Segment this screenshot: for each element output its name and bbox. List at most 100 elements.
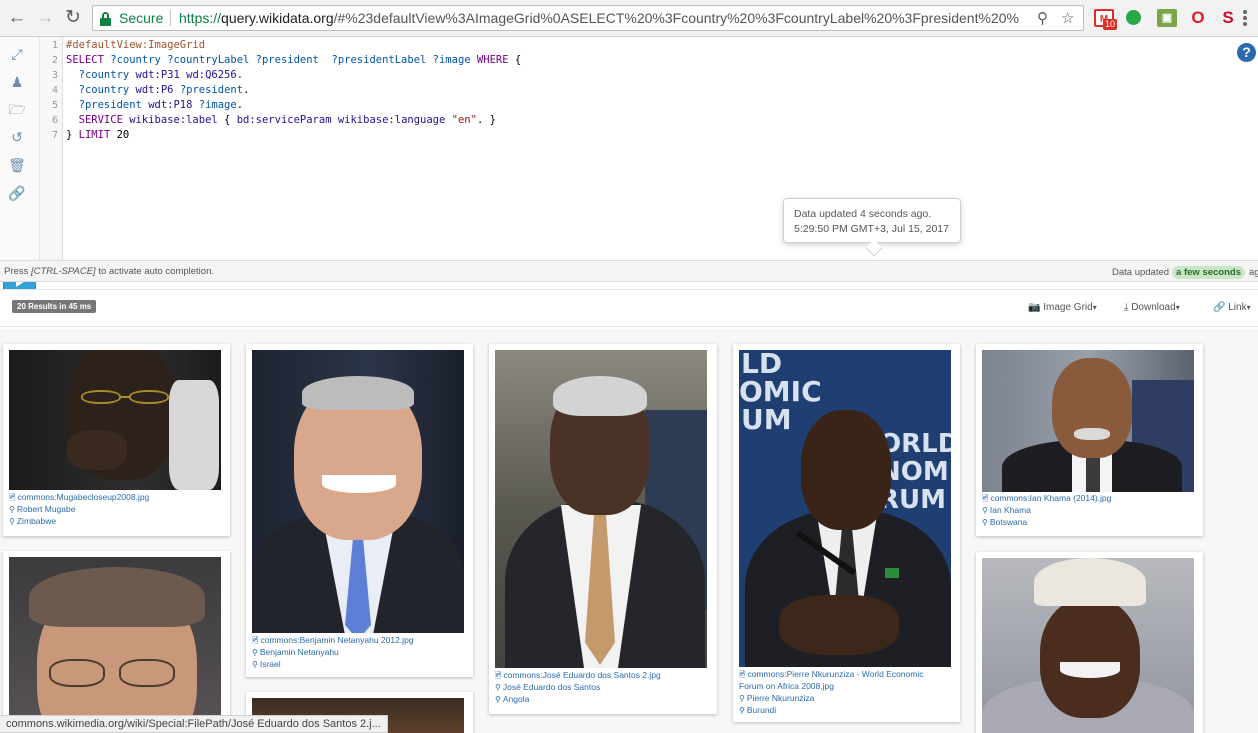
code-punct: .	[243, 84, 250, 96]
search-icon: ⚲	[252, 660, 258, 669]
help-icon[interactable]: ?	[1237, 43, 1256, 62]
country-name: Angola	[502, 694, 530, 704]
hint-prefix: Press	[4, 266, 31, 277]
fullscreen-icon[interactable]: ⤢	[8, 45, 26, 63]
result-photo[interactable]	[9, 350, 221, 490]
code-variables: ?country ?countryLabel ?president ?presi…	[103, 54, 477, 66]
file-name: commons:José Eduardo dos Santos 2.jpg	[503, 670, 661, 680]
back-arrow-icon[interactable]: ←	[5, 7, 29, 29]
autocomplete-hint: Press [CTRL-SPACE] to activate auto comp…	[4, 266, 214, 277]
result-photo[interactable]: LD OMIC UM ORLD NOMI RUM	[739, 350, 951, 667]
image-icon: 📷	[1028, 302, 1041, 313]
country-link[interactable]: ⚲ Botswana	[982, 516, 1027, 529]
file-name: commons:Pierre Nkurunziza - World Econom…	[747, 669, 924, 679]
country-link[interactable]: ⚲ Angola	[495, 693, 529, 706]
s-extension-icon[interactable]: S	[1218, 9, 1238, 27]
search-icon: ⚲	[739, 706, 745, 715]
line-number: 5	[51, 100, 58, 111]
link-button[interactable]: 🔗 Link▾	[1213, 302, 1251, 313]
code-variable: ?image	[198, 99, 237, 111]
code-line-4: ?country wdt:P6 ?president.	[66, 83, 250, 98]
wef-backdrop-text: LD	[741, 350, 783, 380]
folder-icon[interactable]: 🗁	[8, 100, 26, 118]
president-name: Ian Khama	[989, 505, 1031, 515]
download-button[interactable]: ⤓ Download▾	[1124, 302, 1180, 313]
code-comment: #defaultView:ImageGrid	[66, 39, 206, 51]
country-name: Burundi	[746, 705, 777, 715]
result-photo[interactable]	[252, 350, 464, 633]
address-bar[interactable]: Secure https://query.wikidata.org/#%23de…	[92, 5, 1084, 31]
results-toolbar: 20 Results in 45 ms 📷 Image Grid▾ ⤓ Down…	[0, 289, 1258, 327]
code-punct: .	[236, 99, 244, 111]
line-number: 3	[51, 70, 58, 81]
result-photo[interactable]	[9, 557, 221, 733]
result-card: 🖻 commons:Ian Khama (2014).jpg ⚲ Ian Khama…	[976, 344, 1203, 536]
code-brace: {	[508, 54, 522, 66]
gmail-count-badge: 10	[1103, 19, 1118, 30]
image-grid: 🖻 commons:Mugabecloseup2008.jpg ⚲ Robert M…	[0, 329, 1258, 733]
code-variable: ?country	[66, 84, 136, 96]
zoom-icon[interactable]: ⚲	[1037, 9, 1048, 27]
result-card: LD OMIC UM ORLD NOMI RUM 🖻 commons:Pierre…	[733, 344, 960, 722]
code-line-3: ?country wdt:P31 wd:Q6256.	[66, 68, 243, 83]
search-icon: ⚲	[495, 695, 501, 704]
file-link-continued[interactable]: Forum on Africa 2008.jpg	[739, 680, 834, 692]
country-link[interactable]: ⚲ Burundi	[739, 704, 776, 717]
line-number: 2	[51, 55, 58, 66]
image-grid-view-button[interactable]: 📷 Image Grid▾	[1028, 302, 1097, 313]
url-scheme: https://	[179, 10, 222, 26]
link-hover-preview: commons.wikimedia.org/wiki/Special:FileP…	[0, 715, 388, 733]
tooltip-line-1: Data updated 4 seconds ago.	[794, 208, 932, 220]
result-photo[interactable]	[495, 350, 707, 668]
code-line-1: #defaultView:ImageGrid	[66, 38, 205, 53]
url-text[interactable]: https://query.wikidata.org/#%23defaultVi…	[179, 10, 1021, 26]
history-icon[interactable]: ↺	[8, 128, 26, 146]
image-icon: 🖻	[9, 493, 16, 502]
image-icon: 🖻	[739, 670, 746, 679]
search-icon: ⚲	[739, 694, 745, 703]
country-link[interactable]: ⚲ Zimbabwe	[9, 515, 56, 528]
result-count-badge: 20 Results in 45 ms	[12, 300, 97, 313]
caret-down-icon: ▾	[1175, 303, 1180, 312]
president-name: José Eduardo dos Santos	[502, 682, 601, 692]
search-icon: ⚲	[982, 506, 988, 515]
country-name: Botswana	[989, 517, 1028, 527]
editor-toolbar: ⤢ ♟ 🗁 ↺ 🗑 🔗	[0, 37, 40, 293]
browser-menu-icon[interactable]	[1240, 8, 1250, 28]
bookmark-star-icon[interactable]: ☆	[1061, 9, 1074, 27]
chat-extension-icon[interactable]	[1126, 10, 1141, 25]
address-divider	[170, 10, 171, 26]
result-photo[interactable]	[982, 558, 1194, 733]
line-number: 7	[51, 130, 58, 141]
code-prefixed-name: wdt:P18	[148, 99, 199, 111]
code-prefixed-name: wdt:P31 wd:Q6256.	[135, 69, 244, 81]
code-line-6: SERVICE wikibase:label { bd:serviceParam…	[66, 113, 496, 128]
image-icon: 🖻	[495, 671, 502, 680]
link-icon: 🔗	[1213, 302, 1226, 313]
link-icon[interactable]: 🔗	[8, 184, 26, 202]
updated-tail: ag	[1249, 267, 1258, 278]
download-label: Download	[1131, 302, 1176, 313]
pin-icon[interactable]: ♟	[8, 73, 26, 91]
result-card: 🖻 commons:José Eduardo dos Santos 2.jpg ⚲…	[489, 344, 717, 714]
code-variable: ?president	[179, 84, 244, 96]
data-updated-status: Data updated a few seconds ag	[1112, 266, 1258, 279]
url-path: /#%23defaultView%3AImageGrid%0ASELECT%20…	[333, 10, 1019, 26]
trash-icon[interactable]: 🗑	[8, 156, 26, 174]
browser-toolbar: ← → ↻ Secure https://query.wikidata.org/…	[0, 0, 1258, 37]
opera-extension-icon[interactable]: O	[1188, 9, 1208, 27]
country-name: Zimbabwe	[16, 516, 57, 526]
code-line-7: } LIMIT 20	[66, 128, 129, 143]
country-link[interactable]: ⚲ Israel	[252, 658, 281, 671]
photo-extension-icon[interactable]: ▣	[1157, 9, 1177, 27]
forward-arrow-icon[interactable]: →	[33, 7, 57, 29]
reload-icon[interactable]: ↻	[61, 7, 85, 29]
code-keyword: SELECT	[66, 54, 104, 66]
file-name: commons:Mugabecloseup2008.jpg	[17, 492, 150, 502]
updated-badge[interactable]: a few seconds	[1172, 266, 1245, 279]
code-prefixed-name: bd:serviceParam wikibase:language	[236, 114, 452, 126]
code-punct: . }	[476, 114, 496, 126]
result-photo[interactable]	[982, 350, 1194, 492]
file-name: commons:Ian Khama (2014).jpg	[990, 493, 1112, 503]
president-name: Robert Mugabe	[16, 504, 76, 514]
